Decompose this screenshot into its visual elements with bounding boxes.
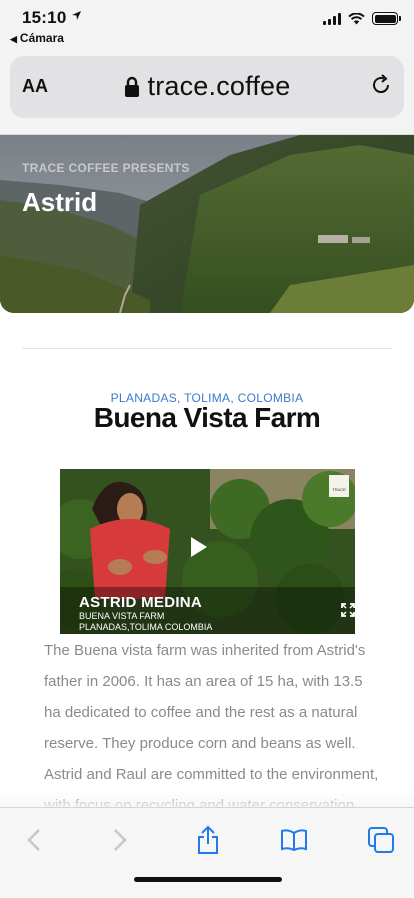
location-arrow-icon (71, 10, 82, 24)
browser-toolbar: AA trace.coffee (0, 48, 414, 135)
signal-icon (323, 12, 341, 25)
home-indicator (134, 877, 282, 882)
hero-title: Astrid (22, 187, 98, 217)
farm-title: Buena Vista Farm (93, 402, 321, 433)
tabs-icon (368, 827, 394, 853)
reload-icon[interactable] (372, 74, 392, 101)
back-button[interactable] (19, 825, 49, 855)
address-bar[interactable]: AA trace.coffee (10, 56, 404, 118)
back-to-app-link[interactable]: ◀ Cámara (10, 31, 64, 45)
status-icons (323, 12, 401, 25)
trace-logo: TRACE (329, 475, 349, 497)
video-farm-name: BUENA VISTA FARM (79, 611, 165, 621)
lock-icon (124, 76, 139, 97)
share-icon (198, 825, 218, 854)
url-text[interactable]: trace.coffee (148, 71, 291, 102)
forward-button[interactable] (105, 825, 135, 855)
hero-eyebrow: TRACE COFFEE PRESENTS (22, 161, 190, 175)
play-icon (191, 537, 207, 557)
book-icon (281, 829, 307, 851)
tabs-button[interactable] (366, 825, 396, 855)
status-time: 15:10 (22, 8, 67, 27)
back-app-label: Cámara (19, 31, 64, 45)
play-button[interactable] (186, 535, 228, 567)
share-button[interactable] (193, 825, 223, 855)
bookmarks-button[interactable] (279, 825, 309, 855)
battery-icon (372, 12, 401, 25)
chevron-right-icon (114, 829, 127, 851)
video-player[interactable]: TRACE ASTRID MEDINA BUENA VISTA FARM PLA… (60, 469, 355, 634)
bottom-toolbar (0, 807, 414, 898)
divider (22, 348, 392, 349)
back-triangle-icon: ◀ (10, 34, 17, 44)
video-region: PLANADAS,TOLIMA COLOMBIA (79, 622, 213, 632)
wifi-icon (348, 12, 365, 24)
chevron-left-icon (27, 829, 40, 851)
video-person-name: ASTRID MEDINA (79, 594, 203, 611)
hero-banner: TRACE COFFEE PRESENTS Astrid (0, 135, 414, 313)
status-bar: 15:10 ◀ Cámara (0, 0, 414, 48)
